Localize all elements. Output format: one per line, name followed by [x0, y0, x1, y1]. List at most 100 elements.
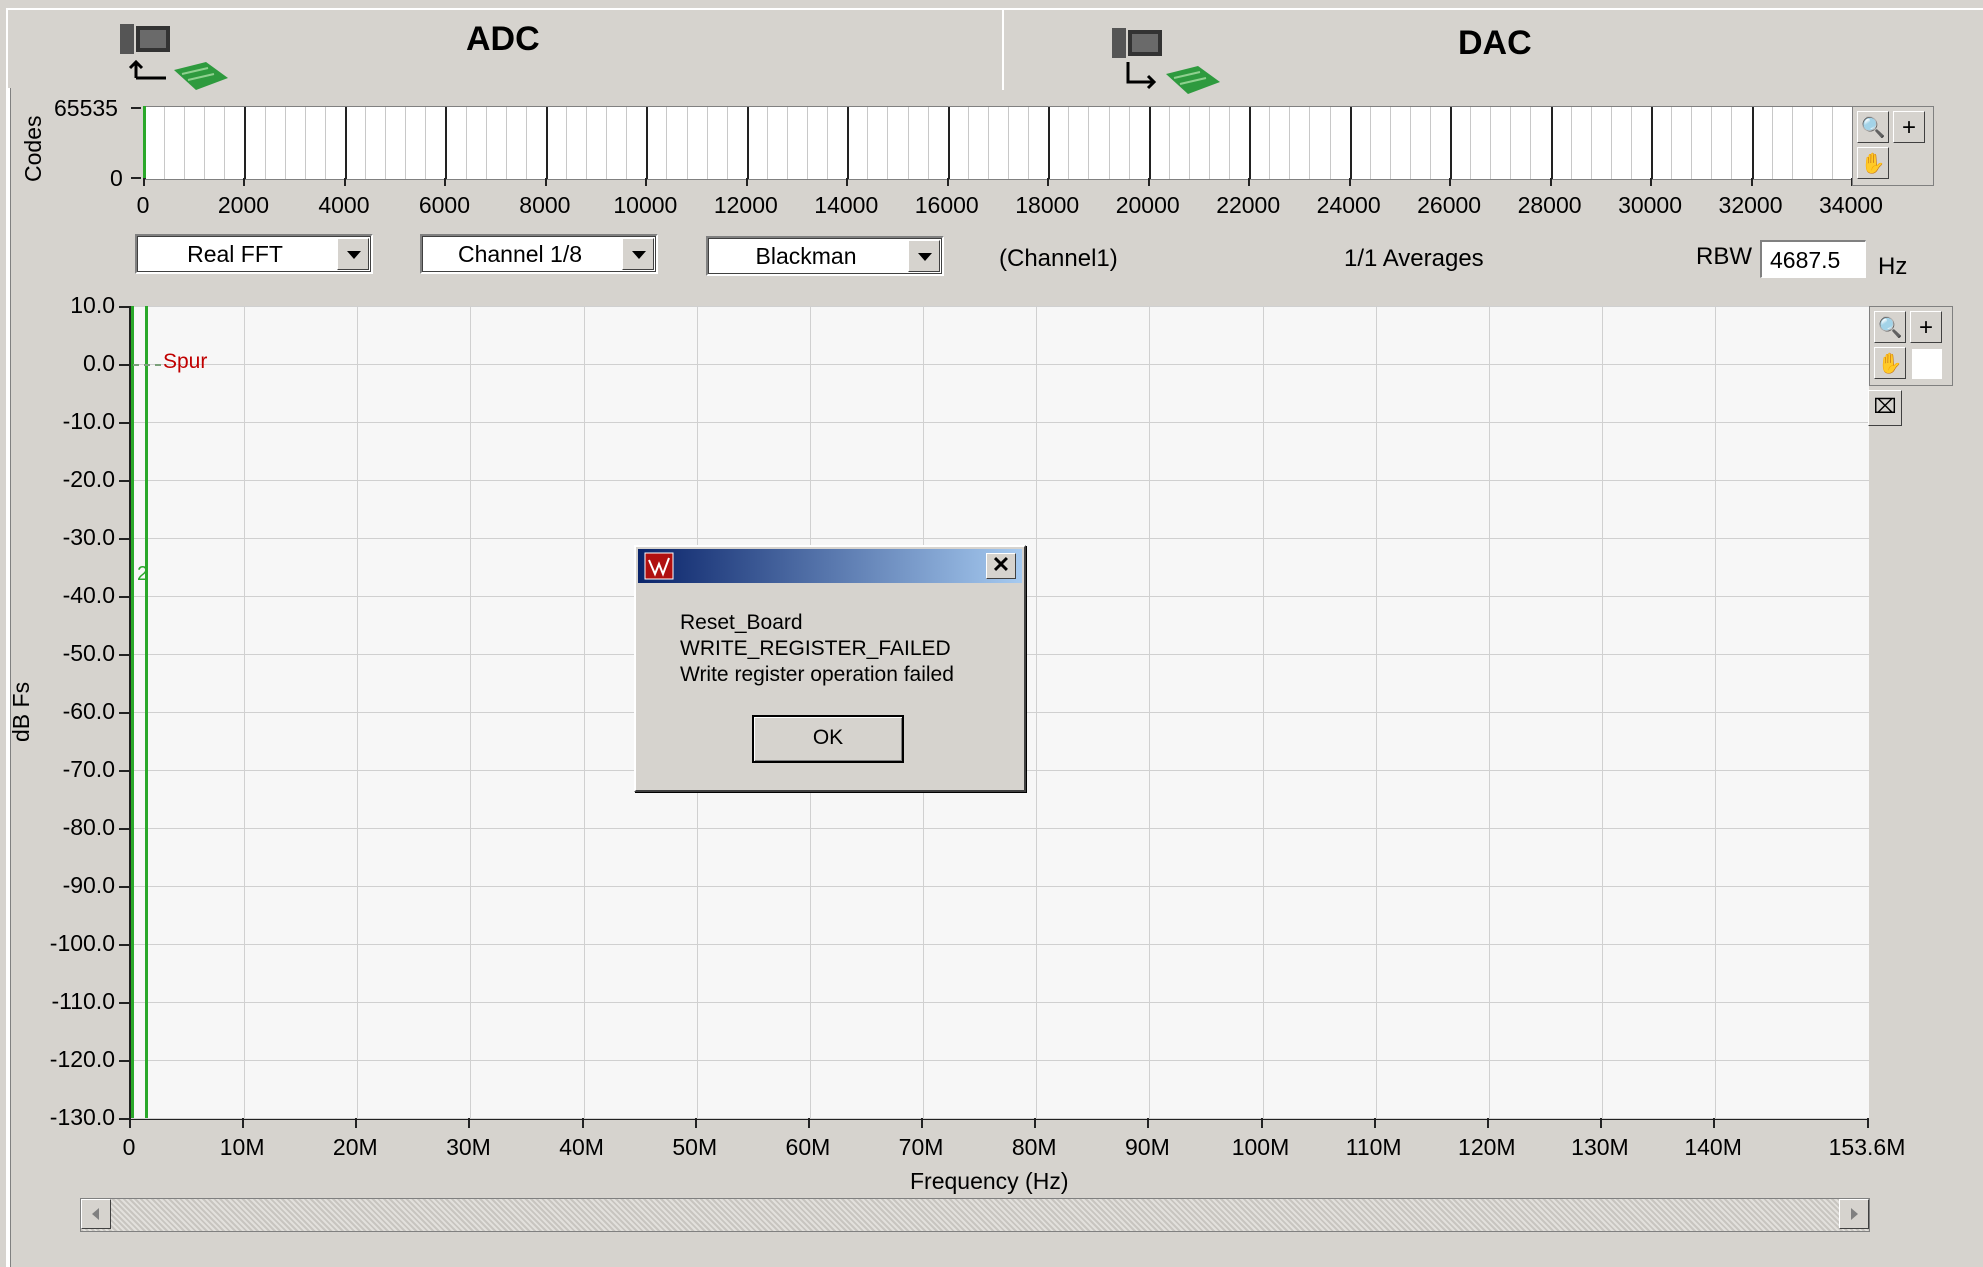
fft-y-tick-label: 0.0: [83, 350, 115, 376]
strip-minor-gridline: [586, 107, 588, 179]
strip-y-axis-tick-marks-lower: [131, 177, 141, 179]
fft-x-tick-label: 130M: [1571, 1134, 1629, 1160]
strip-major-gridline: [1651, 107, 1654, 179]
zoom-icon[interactable]: 🔍: [1857, 111, 1889, 143]
spur-annotation: Spur: [163, 350, 208, 373]
tab-dac[interactable]: DAC: [1002, 8, 1983, 94]
strip-minor-gridline: [827, 107, 829, 179]
strip-x-tick-label: 34000: [1819, 192, 1883, 218]
strip-minor-gridline: [1630, 107, 1632, 179]
fft-vertical-gridline: [1262, 306, 1264, 1118]
zoom-icon[interactable]: 🔍: [1874, 311, 1906, 343]
rbw-value-field[interactable]: 4687.5: [1760, 240, 1866, 278]
rbw-label: RBW: [1696, 243, 1752, 270]
strip-x-tick-mark: [1750, 178, 1753, 186]
fft-x-tick-mark: [129, 1118, 131, 1128]
ok-button[interactable]: OK: [752, 715, 904, 763]
strip-minor-gridline: [1208, 107, 1210, 179]
computer-to-board-download-icon: [1112, 28, 1220, 94]
strip-x-tick-label: 30000: [1618, 192, 1683, 218]
fft-x-tick-mark: [1373, 1118, 1376, 1128]
fft-y-tick-mark: [119, 828, 129, 830]
fft-series-line-2: [144, 306, 148, 1118]
strip-chart-plot[interactable]: [143, 106, 1854, 180]
fft-y-tick-label: -90.0: [62, 872, 115, 898]
strip-minor-gridline: [485, 107, 487, 179]
pan-hand-icon[interactable]: ✋: [1874, 347, 1906, 379]
fft-y-tick-label: -20.0: [62, 466, 115, 492]
fft-chart-ylabel: dB Fs: [8, 681, 34, 742]
strip-x-tick-mark: [1549, 178, 1552, 186]
pan-hand-icon[interactable]: ✋: [1857, 147, 1889, 179]
fft-x-tick-label: 60M: [785, 1134, 831, 1160]
strip-x-tick-label: 2000: [217, 192, 270, 218]
strip-major-gridline: [344, 107, 347, 179]
tab-adc[interactable]: ADC: [6, 8, 1006, 90]
strip-major-gridline: [1751, 107, 1754, 179]
cursor-plus-icon[interactable]: +: [1893, 111, 1925, 143]
cursor-lock-icon[interactable]: ⌧: [1868, 390, 1902, 426]
fft-x-tick-label: 10M: [219, 1134, 265, 1160]
fft-y-tick-label: -130.0: [49, 1104, 115, 1130]
fft-y-tick-mark: [119, 944, 129, 946]
fft-y-tick-label: -60.0: [62, 698, 115, 724]
close-icon[interactable]: ✕: [986, 553, 1016, 579]
fft-vertical-gridline: [1036, 306, 1038, 1118]
fft-vertical-gridline: [244, 306, 246, 1118]
strip-minor-gridline: [1831, 107, 1833, 179]
fft-x-tick-mark: [468, 1118, 471, 1128]
fft-horizontal-gridline: [131, 480, 1869, 481]
chevron-down-icon[interactable]: [908, 240, 940, 272]
strip-minor-gridline: [465, 107, 467, 179]
scroll-right-button[interactable]: [1839, 1199, 1869, 1229]
fft-x-tick-mark: [1867, 1118, 1869, 1128]
strip-minor-gridline: [1188, 107, 1190, 179]
strip-x-tick-label: 24000: [1316, 192, 1381, 218]
cursor-2-marker[interactable]: 2: [137, 563, 148, 586]
strip-x-tick-mark: [846, 178, 849, 186]
strip-minor-gridline: [686, 107, 688, 179]
strip-minor-gridline: [1088, 107, 1090, 179]
computer-to-board-upload-icon: [120, 24, 228, 90]
fft-chart-xlabel: Frequency (Hz): [910, 1168, 1069, 1194]
scroll-left-button[interactable]: [81, 1199, 111, 1229]
fft-x-tick-mark: [807, 1118, 810, 1128]
strip-minor-gridline: [1610, 107, 1612, 179]
channel-value: Channel 1/8: [457, 241, 583, 267]
strip-minor-gridline: [626, 107, 628, 179]
fft-horizontal-gridline: [131, 1002, 1869, 1003]
horizontal-scrollbar[interactable]: [80, 1198, 1870, 1232]
strip-minor-gridline: [1409, 107, 1411, 179]
fft-y-tick-mark: [119, 480, 129, 482]
fft-y-tick-mark: [119, 712, 129, 714]
channel-name-label: (Channel1): [999, 245, 1118, 272]
strip-minor-gridline: [1590, 107, 1592, 179]
fft-horizontal-gridline: [131, 1118, 1869, 1119]
fft-horizontal-gridline: [131, 828, 1869, 829]
strip-x-tick-label: 26000: [1417, 192, 1482, 218]
strip-minor-gridline: [184, 107, 186, 179]
strip-minor-gridline: [1791, 107, 1793, 179]
chevron-down-icon[interactable]: [337, 238, 369, 270]
fft-x-tick-mark: [921, 1118, 924, 1128]
dialog-titlebar[interactable]: ✕: [638, 549, 1022, 583]
fft-y-tick-label: -70.0: [62, 756, 115, 782]
strip-minor-gridline: [1068, 107, 1070, 179]
fft-y-tick-mark: [119, 364, 129, 366]
fft-graph-palette: 🔍 + ✋: [1869, 306, 1953, 386]
cursor-plus-icon[interactable]: +: [1910, 311, 1942, 343]
strip-minor-gridline: [1008, 107, 1010, 179]
fft-x-tick-mark: [1486, 1118, 1489, 1128]
fft-vertical-gridline: [1488, 306, 1490, 1118]
strip-major-gridline: [646, 107, 649, 179]
chevron-down-icon[interactable]: [622, 238, 654, 270]
fft-type-dropdown[interactable]: Real FFT: [135, 234, 373, 274]
window-dropdown[interactable]: Blackman: [706, 236, 944, 276]
channel-dropdown[interactable]: Channel 1/8: [420, 234, 658, 274]
strip-minor-gridline: [1771, 107, 1773, 179]
strip-minor-gridline: [264, 107, 266, 179]
strip-minor-gridline: [1691, 107, 1693, 179]
fft-x-tick-label: 0: [122, 1134, 136, 1160]
fft-x-tick-label: 140M: [1684, 1134, 1742, 1160]
strip-chart-ylabel: Codes: [20, 115, 46, 182]
